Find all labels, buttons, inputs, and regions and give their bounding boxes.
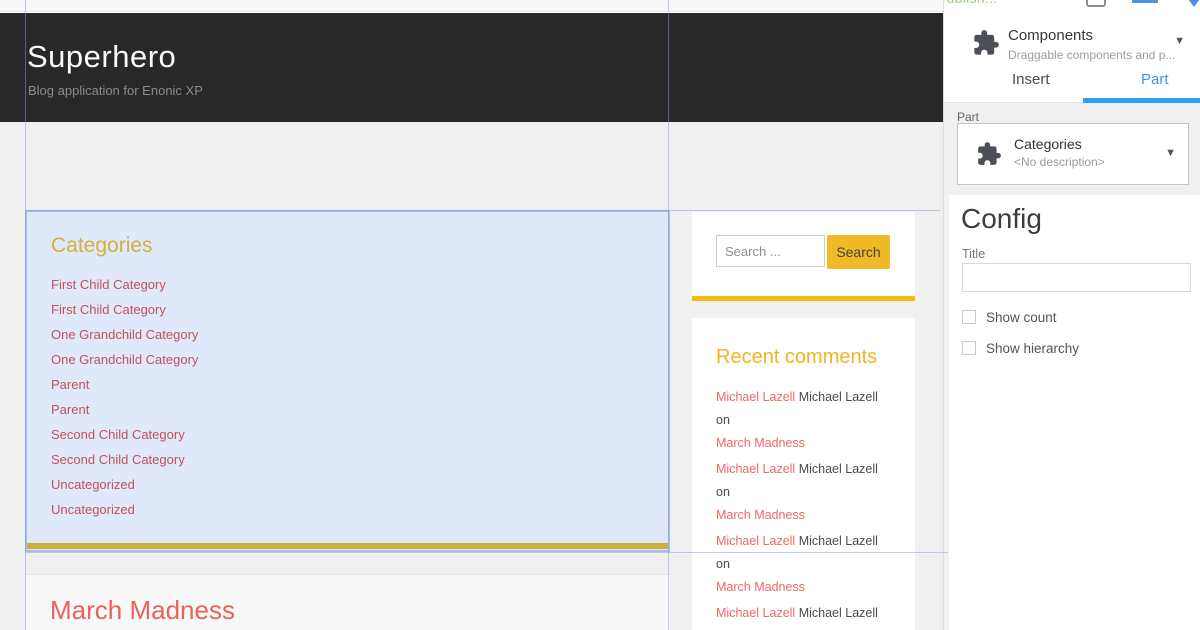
page-editor: Publish... Superhero Blog application fo… [0,0,1200,630]
site-title: Superhero [27,39,177,74]
chevron-down-icon[interactable]: ▼ [1174,35,1185,47]
recent-comments-widget: Recent comments Michael Lazell Michael L… [692,318,915,630]
inspector-title: Components [1008,27,1094,44]
search-divider-bar [692,296,915,301]
page-preview: Superhero Blog application for Enonic XP… [0,13,943,630]
components-inspector-panel: Components Draggable components and p...… [943,13,1200,630]
toolbar-fragment-right: Publish... [943,0,1200,13]
recent-comments-title: Recent comments [716,346,878,368]
download-arrow-icon[interactable] [1182,0,1200,7]
checkbox-label: Show count [986,310,1057,325]
tab-insert[interactable]: Insert [1012,71,1050,88]
inspector-subtitle: Draggable components and p... [1008,48,1176,62]
comment-item: Michael Lazell Michael Lazell on March M… [716,458,894,527]
comment-item: Michael Lazell Michael Lazell on March M… [716,602,894,630]
title-field-input[interactable] [962,263,1191,292]
categories-part-selected[interactable]: Categories First Child Category First Ch… [25,210,670,552]
site-subtitle: Blog application for Enonic XP [28,83,203,98]
publish-button[interactable]: Publish... [944,0,998,6]
selected-part-name: Categories [1014,136,1082,152]
categories-list: First Child Category First Child Categor… [51,272,198,522]
part-section-label: Part [957,110,980,124]
part-selector-dropdown[interactable]: Categories <No description> ▼ [957,123,1189,185]
chevron-down-icon[interactable]: ▼ [1165,147,1176,159]
search-widget: Search [692,212,915,301]
checkbox-icon[interactable] [962,341,976,355]
comment-author-link[interactable]: Michael Lazell [716,462,795,476]
puzzle-icon [978,142,1001,165]
category-link[interactable]: Parent [51,397,198,422]
category-link[interactable]: Second Child Category [51,447,198,472]
comment-post-link[interactable]: March Madness [716,576,894,599]
category-link[interactable]: First Child Category [51,272,198,297]
card-icon[interactable] [1086,0,1106,7]
blog-post-section: March Madness [25,574,670,630]
category-link[interactable]: One Grandchild Category [51,322,198,347]
comment-post-link[interactable]: March Madness [716,504,894,527]
checkbox-label: Show hierarchy [986,341,1080,356]
device-preview-icon[interactable] [1132,0,1158,7]
comments-list: Michael Lazell Michael Lazell on March M… [716,386,894,630]
category-link[interactable]: First Child Category [51,297,198,322]
selected-part-description: <No description> [1014,155,1105,169]
site-header: Superhero Blog application for Enonic XP [0,13,943,122]
categories-widget-title: Categories [51,234,153,257]
title-field-label: Title [962,247,986,261]
comment-item: Michael Lazell Michael Lazell on March M… [716,530,894,599]
comment-post-link[interactable]: March Madness [716,432,894,455]
post-title-link[interactable]: March Madness [50,595,235,626]
category-link[interactable]: Uncategorized [51,497,198,522]
category-link[interactable]: Second Child Category [51,422,198,447]
config-form: Config Title Show count Show hierarchy [949,195,1200,630]
search-button[interactable]: Search [827,235,890,269]
toolbar-fragment [0,0,943,12]
config-title: Config [961,203,1042,234]
tab-part[interactable]: Part [1141,71,1169,88]
puzzle-icon [974,30,999,55]
checkbox-icon[interactable] [962,310,976,324]
categories-divider-bar [27,543,668,549]
comment-item: Michael Lazell Michael Lazell on March M… [716,386,894,455]
comment-author-link[interactable]: Michael Lazell [716,390,795,404]
device-base [1132,0,1158,3]
search-input[interactable] [716,235,825,267]
active-tab-indicator [1083,98,1200,103]
category-link[interactable]: Uncategorized [51,472,198,497]
comment-author-link[interactable]: Michael Lazell [716,534,795,548]
inspector-header: Components Draggable components and p...… [944,13,1200,103]
comment-author-link[interactable]: Michael Lazell [716,606,795,620]
category-link[interactable]: Parent [51,372,198,397]
category-link[interactable]: One Grandchild Category [51,347,198,372]
